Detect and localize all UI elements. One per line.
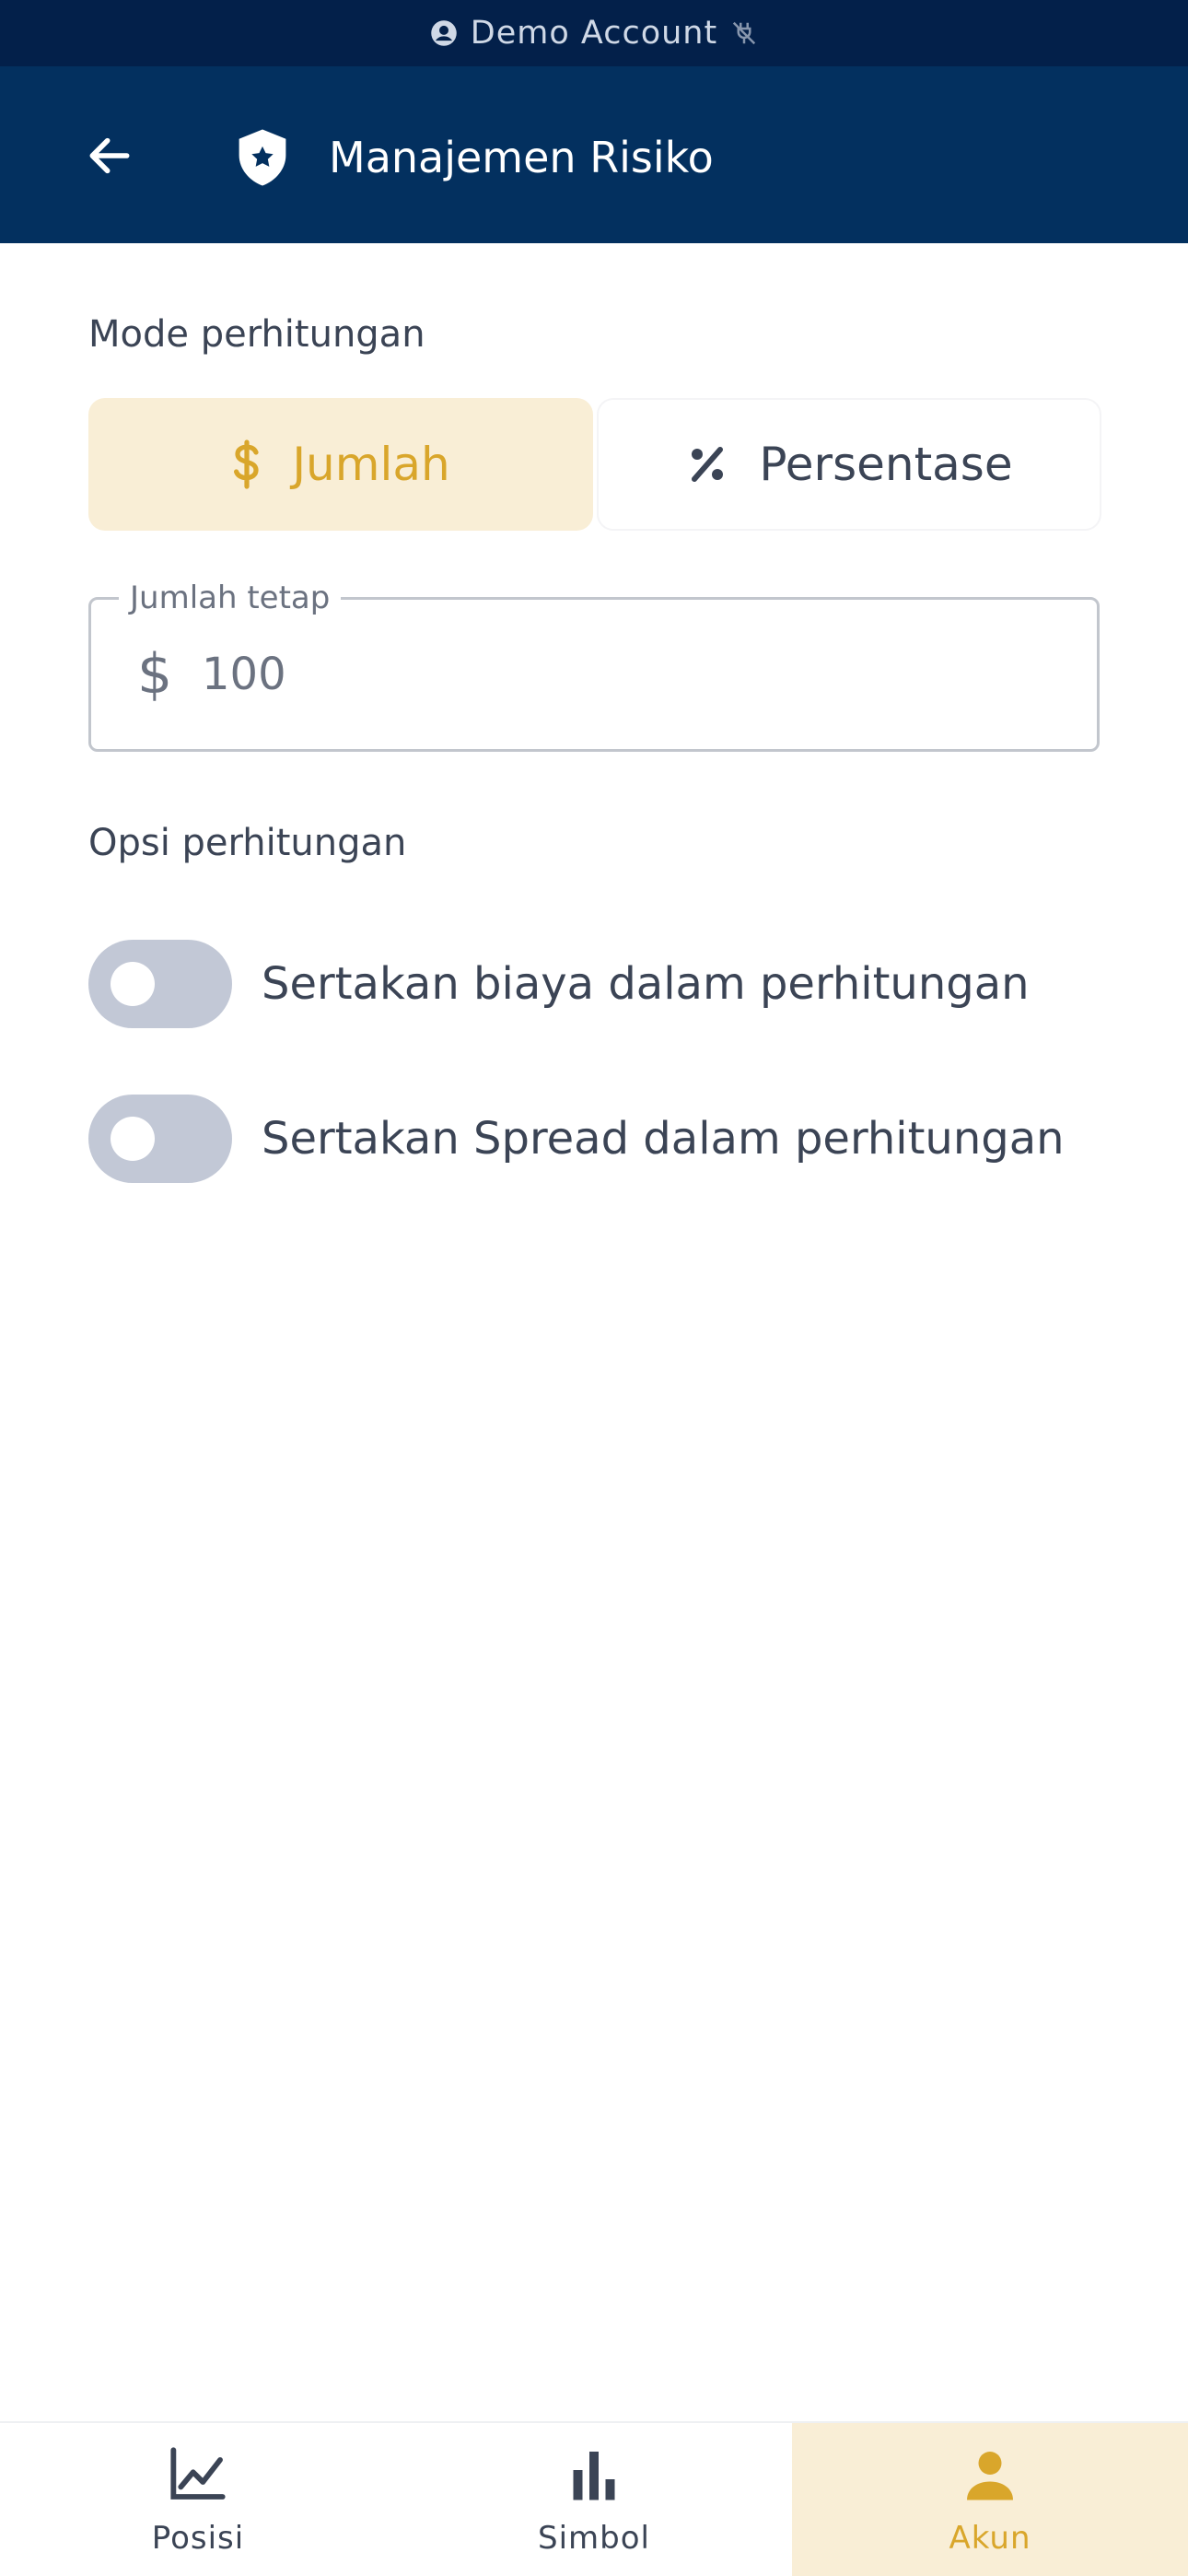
nav-item-account[interactable]: Akun [792, 2423, 1188, 2576]
percent-icon [685, 442, 729, 486]
include-fees-label: Sertakan biaya dalam perhitungan [262, 958, 1030, 1010]
risk-management-screen: Demo Account Manajemen Risiko Mode perhi… [0, 0, 1188, 2576]
nav-label-account: Akun [949, 2520, 1031, 2557]
bar-chart-icon [564, 2444, 624, 2505]
fixed-amount-legend: Jumlah tetap [119, 580, 342, 616]
page-title: Manajemen Risiko [329, 133, 714, 182]
nav-item-positions[interactable]: Posisi [0, 2423, 396, 2576]
back-button[interactable] [74, 122, 146, 193]
include-spread-label: Sertakan Spread dalam perhitungan [262, 1113, 1065, 1165]
nav-label-symbols: Simbol [538, 2520, 650, 2557]
toggle-knob [111, 1117, 155, 1161]
options-section-label: Opsi perhitungan [88, 822, 407, 864]
person-icon [960, 2444, 1020, 2505]
mode-option-percentage[interactable]: Persentase [597, 398, 1101, 531]
toggle-row-fees: Sertakan biaya dalam perhitungan [88, 940, 1030, 1028]
plug-off-icon [730, 19, 758, 47]
include-fees-toggle[interactable] [88, 940, 232, 1028]
arrow-left-icon [84, 130, 135, 185]
mode-option-amount[interactable]: Jumlah [88, 398, 593, 531]
mode-option-amount-label: Jumlah [292, 438, 450, 491]
bottom-navigation: Posisi Simbol Akun [0, 2421, 1188, 2576]
shield-star-icon [234, 127, 291, 188]
fixed-amount-input[interactable] [202, 640, 1067, 708]
line-chart-icon [168, 2444, 228, 2505]
fixed-amount-field: Jumlah tetap $ [88, 580, 1100, 752]
account-circle-icon [430, 19, 458, 47]
demo-account-label: Demo Account [470, 15, 718, 52]
demo-account-banner: Demo Account [0, 0, 1188, 66]
nav-label-positions: Posisi [151, 2520, 245, 2557]
dollar-prefix: $ [137, 642, 173, 707]
mode-option-percentage-label: Persentase [759, 438, 1013, 491]
toggle-knob [111, 962, 155, 1006]
dollar-icon [231, 439, 262, 490]
app-header: Manajemen Risiko [0, 66, 1188, 243]
include-spread-toggle[interactable] [88, 1095, 232, 1183]
nav-item-symbols[interactable]: Simbol [396, 2423, 792, 2576]
mode-section-label: Mode perhitungan [88, 313, 425, 356]
toggle-row-spread: Sertakan Spread dalam perhitungan [88, 1095, 1065, 1183]
